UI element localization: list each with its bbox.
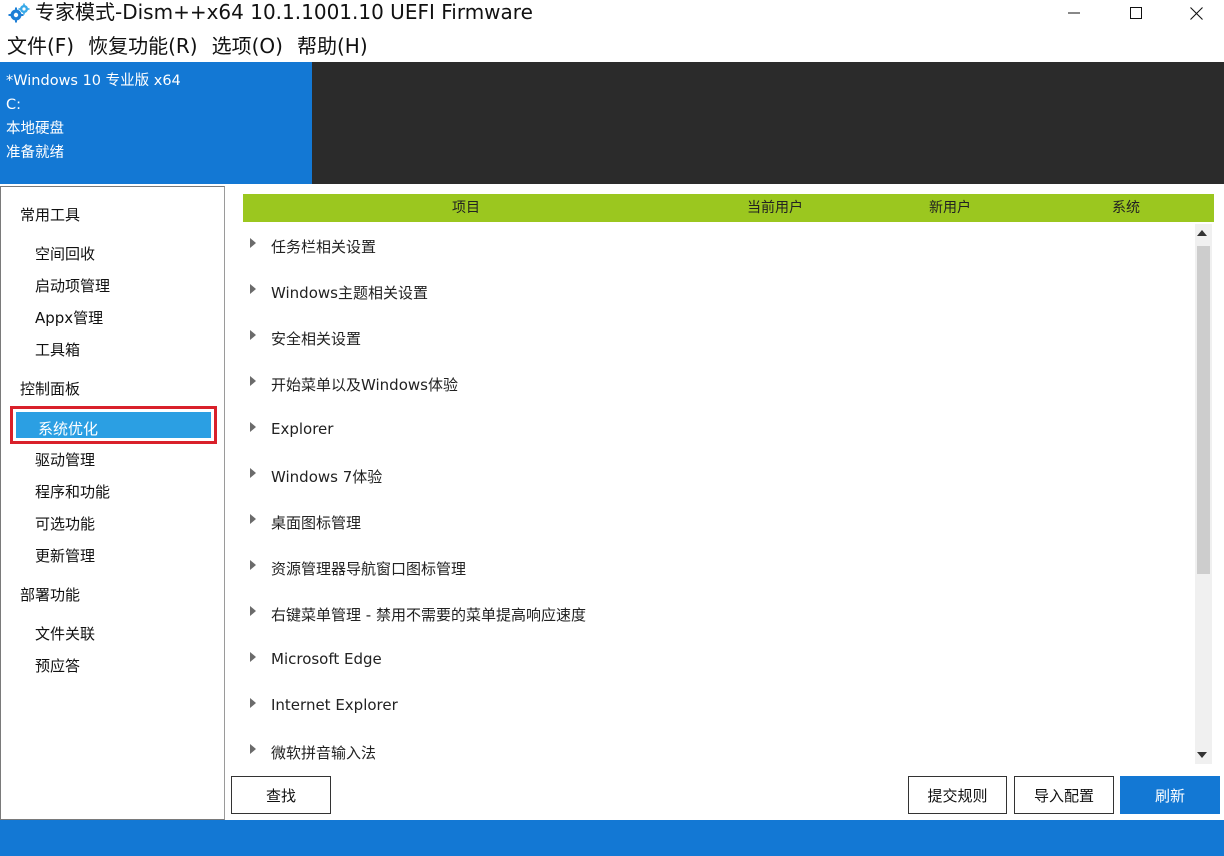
list-item-label: 资源管理器导航窗口图标管理 [271,560,467,578]
expand-arrow-icon[interactable] [250,330,256,340]
list-item[interactable]: Explorer [243,408,1188,454]
expand-arrow-icon[interactable] [250,606,256,616]
sidebar-item-programs-features[interactable]: 程序和功能 [35,481,110,502]
column-header-system[interactable]: 系统 [1112,194,1140,222]
sidebar-item-driver-manager[interactable]: 驱动管理 [35,449,95,470]
sidebar-item-system-optimization[interactable]: 系统优化 [10,406,217,444]
submit-rules-button[interactable]: 提交规则 [908,776,1007,814]
list-item[interactable]: Internet Explorer [243,684,1188,730]
menu-options[interactable]: 选项(O) [205,30,290,62]
sidebar: 常用工具 空间回收 启动项管理 Appx管理 工具箱 控制面板 系统优化 驱动管… [0,186,225,820]
expand-arrow-icon[interactable] [250,284,256,294]
expand-arrow-icon[interactable] [250,238,256,248]
window-title: 专家模式-Dism++x64 10.1.1001.10 UEFI Firmwar… [35,0,533,24]
list-item[interactable]: 微软拼音输入法 [243,730,1188,776]
find-button[interactable]: 查找 [231,776,331,814]
expand-arrow-icon[interactable] [250,514,256,524]
column-header-item[interactable]: 项目 [452,194,480,222]
minimize-button[interactable] [1044,0,1104,26]
expand-arrow-icon[interactable] [250,468,256,478]
title-bar: 专家模式-Dism++x64 10.1.1001.10 UEFI Firmwar… [0,0,1224,26]
scroll-up-icon[interactable] [1197,230,1207,236]
menu-help[interactable]: 帮助(H) [290,30,375,62]
session-info-panel[interactable]: *Windows 10 专业版 x64 C: 本地硬盘 准备就绪 [0,62,312,184]
list-item[interactable]: 桌面图标管理 [243,500,1188,546]
menu-restore[interactable]: 恢复功能(R) [81,30,205,62]
sidebar-item-toolbox[interactable]: 工具箱 [35,339,80,360]
session-header: *Windows 10 专业版 x64 C: 本地硬盘 准备就绪 [0,62,1224,184]
sidebar-item-appx-manager[interactable]: Appx管理 [35,307,103,328]
sidebar-section-deployment: 部署功能 [20,586,81,604]
sidebar-item-optional-features[interactable]: 可选功能 [35,513,95,534]
status-label: 准备就绪 [6,145,64,161]
list-item[interactable]: Microsoft Edge [243,638,1188,684]
status-bar [0,820,1224,856]
list-item-label: 开始菜单以及Windows体验 [271,376,458,394]
sidebar-item-update-manager[interactable]: 更新管理 [35,545,95,566]
list-item[interactable]: Windows 7体验 [243,454,1188,500]
gear-icon [8,3,30,23]
list-item[interactable]: 开始菜单以及Windows体验 [243,362,1188,408]
close-button[interactable] [1166,0,1224,26]
list-item[interactable]: 右键菜单管理 - 禁用不需要的菜单提高响应速度 [243,592,1188,638]
list-item[interactable]: 资源管理器导航窗口图标管理 [243,546,1188,592]
list-item-label: Explorer [271,420,334,438]
scroll-down-icon[interactable] [1197,752,1207,758]
maximize-button[interactable] [1106,0,1166,26]
expand-arrow-icon[interactable] [250,422,256,432]
menu-bar: 文件(F) 恢复功能(R) 选项(O) 帮助(H) [0,30,375,62]
expand-arrow-icon[interactable] [250,376,256,386]
list-item-label: 微软拼音输入法 [271,744,377,762]
os-label: *Windows 10 专业版 x64 [6,73,181,89]
minimize-icon [1068,12,1080,14]
sidebar-item-label: 系统优化 [38,420,99,438]
column-header-current-user[interactable]: 当前用户 [747,194,803,222]
maximize-icon [1130,7,1142,19]
expand-arrow-icon[interactable] [250,698,256,708]
table-header: 项目 当前用户 新用户 系统 [243,194,1214,222]
sidebar-item-startup-manager[interactable]: 启动项管理 [35,275,110,296]
sidebar-item-answer-file[interactable]: 预应答 [35,655,80,676]
list-item-label: Windows 7体验 [271,468,383,486]
list-item[interactable]: 任务栏相关设置 [243,224,1188,270]
list-item-label: 任务栏相关设置 [271,238,377,256]
sidebar-item-space-cleanup[interactable]: 空间回收 [35,243,95,264]
refresh-button[interactable]: 刷新 [1120,776,1220,814]
sidebar-item-file-association[interactable]: 文件关联 [35,623,95,644]
menu-file[interactable]: 文件(F) [0,30,81,62]
list-item-label: Internet Explorer [271,696,398,714]
list-item[interactable]: 安全相关设置 [243,316,1188,362]
sidebar-section-common-tools: 常用工具 [20,206,81,224]
drive-label: C: [6,97,22,113]
expand-arrow-icon[interactable] [250,652,256,662]
list-item-label: 右键菜单管理 - 禁用不需要的菜单提高响应速度 [271,606,586,624]
close-icon [1189,6,1203,20]
scrollbar-thumb[interactable] [1197,246,1210,574]
expand-arrow-icon[interactable] [250,560,256,570]
list-item[interactable]: Windows主题相关设置 [243,270,1188,316]
list-item-label: Microsoft Edge [271,650,382,668]
vertical-scrollbar[interactable] [1195,224,1212,764]
column-header-new-user[interactable]: 新用户 [929,194,971,222]
list-item-label: Windows主题相关设置 [271,284,428,302]
expand-arrow-icon[interactable] [250,744,256,754]
list-item-label: 桌面图标管理 [271,514,362,532]
import-config-button[interactable]: 导入配置 [1014,776,1114,814]
list-item-label: 安全相关设置 [271,330,362,348]
sidebar-section-control-panel: 控制面板 [20,380,81,398]
disk-type-label: 本地硬盘 [6,121,64,137]
